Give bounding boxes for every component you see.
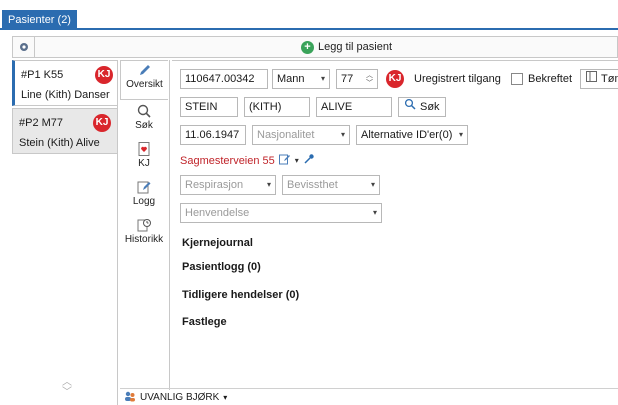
address-line[interactable]: Sagmesterveien 55 ▾ xyxy=(180,153,315,168)
chevron-down-icon: ▾ xyxy=(320,74,325,83)
chevron-down-icon: ▾ xyxy=(266,180,271,189)
patient-card-p2[interactable]: #P2 M77 KJ Stein (Kith) Alive xyxy=(12,108,118,154)
nationality-select[interactable]: Nasjonalitet ▾ xyxy=(252,125,350,145)
add-patient-label: Legg til pasient xyxy=(318,41,392,53)
clear-button[interactable]: Tøm xyxy=(580,69,618,89)
user-icon xyxy=(124,390,136,405)
chevron-down-icon[interactable]: ▾ xyxy=(295,156,299,165)
nav-label: KJ xyxy=(138,158,150,169)
clear-label: Tøm xyxy=(601,73,618,85)
nav-label: Logg xyxy=(132,196,156,207)
respiration-placeholder: Respirasjon xyxy=(185,179,244,191)
chevron-down-icon: ▾ xyxy=(223,392,228,402)
chevron-down-icon: ▾ xyxy=(458,130,463,139)
consciousness-select[interactable]: Bevissthet ▾ xyxy=(282,175,380,195)
alternative-ids-select[interactable]: Alternative ID'er(0) ▾ xyxy=(356,125,468,145)
inquiry-placeholder: Henvendelse xyxy=(185,207,250,219)
age-stepper[interactable]: 77 ︿ ﹀ xyxy=(336,69,378,89)
patient-toolbar: + Legg til pasient xyxy=(12,36,618,58)
gender-value: Mann xyxy=(277,73,305,85)
columns-icon xyxy=(586,70,597,88)
search-icon xyxy=(404,98,416,116)
user-name: UVANLIG BJØRK xyxy=(140,391,220,403)
patient-name: Stein (Kith) Alive xyxy=(19,137,100,149)
nav-historikk[interactable]: Historikk xyxy=(120,216,168,254)
scroll-arrows[interactable]: ︿ ﹀ xyxy=(62,378,72,398)
middle-name-field[interactable]: (KITH) xyxy=(244,97,310,117)
nav-kj[interactable]: KJ xyxy=(120,140,168,176)
stepper-arrows-icon[interactable]: ︿ ﹀ xyxy=(366,72,373,88)
patient-list: #P1 K55 KJ Line (Kith) Danser #P2 M77 KJ… xyxy=(12,60,118,405)
gender-select[interactable]: Mann ▾ xyxy=(272,69,330,89)
last-name-field[interactable]: ALIVE xyxy=(316,97,392,117)
tab-patients[interactable]: Pasienter (2) xyxy=(2,10,77,30)
nav-label: Historikk xyxy=(124,234,164,245)
section-pasientlogg[interactable]: Pasientlogg (0) xyxy=(182,261,261,273)
tab-bar: Pasienter (2) xyxy=(0,0,618,30)
nav-sok[interactable]: Søk xyxy=(120,102,168,138)
first-name-field[interactable]: STEIN xyxy=(180,97,238,117)
edit-log-icon xyxy=(135,178,153,196)
pencil-icon xyxy=(136,61,154,79)
ssn-field[interactable]: 110647.00342 xyxy=(180,69,268,89)
birth-date-field[interactable]: 11.06.1947 xyxy=(180,125,246,145)
patient-card-p1[interactable]: #P1 K55 KJ Line (Kith) Danser xyxy=(12,60,118,106)
age-value: 77 xyxy=(341,73,354,85)
nav-label: Søk xyxy=(135,120,153,131)
respiration-select[interactable]: Respirasjon ▾ xyxy=(180,175,276,195)
plus-circle-icon: + xyxy=(301,40,314,54)
confirmed-checkbox[interactable] xyxy=(511,73,523,85)
chevron-down-icon: ▾ xyxy=(340,130,345,139)
search-icon xyxy=(135,102,153,120)
status-bar[interactable]: UVANLIG BJØRK ▾ xyxy=(120,388,618,405)
heart-document-icon xyxy=(135,140,153,158)
nav-column: Oversikt Søk KJ Logg Historikk xyxy=(120,60,170,390)
pin-icon[interactable] xyxy=(303,153,315,168)
kj-badge-icon: KJ xyxy=(95,66,113,84)
add-patient-button[interactable]: + Legg til pasient xyxy=(301,39,392,55)
patient-id: #P1 K55 xyxy=(21,69,64,81)
nationality-placeholder: Nasjonalitet xyxy=(257,129,315,141)
history-icon xyxy=(135,216,153,234)
search-button[interactable]: Søk xyxy=(398,97,446,117)
kj-badge-icon: KJ xyxy=(93,114,111,132)
section-kjernejournal[interactable]: Kjernejournal xyxy=(182,237,253,249)
confirmed-label: Bekreftet xyxy=(528,73,573,85)
section-tidligere-hendelser[interactable]: Tidligere hendelser (0) xyxy=(182,289,299,301)
alternative-ids-label: Alternative ID'er(0) xyxy=(361,129,453,141)
overview-panel: 110647.00342 Mann ▾ 77 ︿ ﹀ KJ Uregistrert… xyxy=(172,60,618,390)
address-text: Sagmesterveien 55 xyxy=(180,154,275,167)
nav-label: Oversikt xyxy=(126,79,163,90)
edit-address-icon[interactable] xyxy=(278,153,291,168)
gear-icon[interactable] xyxy=(13,37,35,57)
search-label: Søk xyxy=(420,101,440,113)
access-label: Uregistrert tilgang xyxy=(414,73,501,85)
patient-name: Line (Kith) Danser xyxy=(21,89,110,101)
chevron-down-icon: ▾ xyxy=(370,180,375,189)
nav-logg[interactable]: Logg xyxy=(120,178,168,214)
inquiry-select[interactable]: Henvendelse ▾ xyxy=(180,203,382,223)
patient-id: #P2 M77 xyxy=(19,117,64,129)
consciousness-placeholder: Bevissthet xyxy=(287,179,338,191)
section-fastlege[interactable]: Fastlege xyxy=(182,316,227,328)
nav-oversikt[interactable]: Oversikt xyxy=(120,60,168,100)
chevron-down-icon: ▾ xyxy=(372,208,377,217)
kj-badge-icon[interactable]: KJ xyxy=(386,70,404,88)
